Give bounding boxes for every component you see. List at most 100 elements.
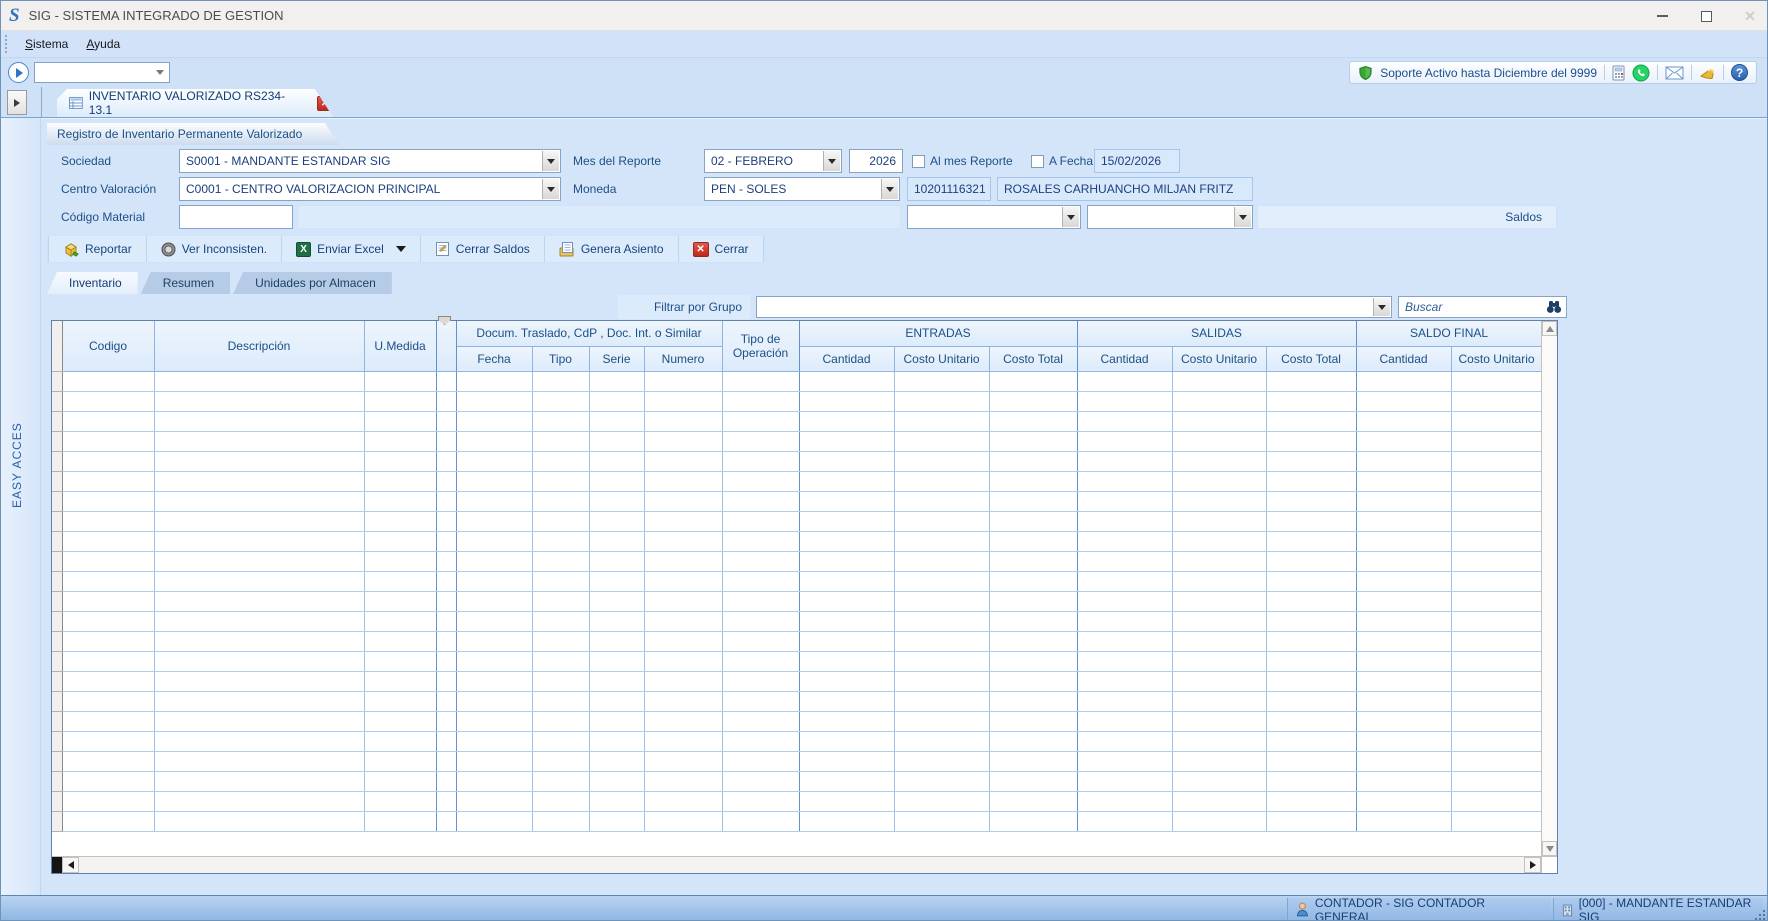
table-row[interactable] bbox=[52, 771, 1542, 791]
col-header-salidas-cantidad[interactable]: Cantidad bbox=[1077, 346, 1172, 371]
table-row[interactable] bbox=[52, 431, 1542, 451]
table-row[interactable] bbox=[52, 571, 1542, 591]
saldos-label[interactable]: Saldos bbox=[1505, 210, 1542, 224]
menu-ayuda[interactable]: Ayuda bbox=[77, 34, 129, 54]
row-selector-cell[interactable] bbox=[52, 431, 62, 451]
row-selector-cell[interactable] bbox=[52, 691, 62, 711]
chevron-down-icon[interactable] bbox=[542, 179, 559, 199]
sidebar-expand-button[interactable] bbox=[7, 90, 27, 115]
resize-grip[interactable] bbox=[1755, 910, 1765, 920]
table-row[interactable] bbox=[52, 411, 1542, 431]
col-header-saldo-cantidad[interactable]: Cantidad bbox=[1356, 346, 1451, 371]
table-row[interactable] bbox=[52, 451, 1542, 471]
chevron-down-icon[interactable] bbox=[1062, 207, 1079, 227]
col-header-entradas-costo-unitario[interactable]: Costo Unitario bbox=[894, 346, 989, 371]
horizontal-scrollbar[interactable] bbox=[52, 856, 1541, 873]
row-selector-cell[interactable] bbox=[52, 771, 62, 791]
scroll-left-button[interactable] bbox=[62, 857, 79, 873]
row-selector-cell[interactable] bbox=[52, 671, 62, 691]
col-header-fecha[interactable]: Fecha bbox=[456, 346, 532, 371]
row-selector-cell[interactable] bbox=[52, 611, 62, 631]
chevron-down-icon[interactable] bbox=[881, 179, 898, 199]
tab-unidades-por-almacen[interactable]: Unidades por Almacen bbox=[233, 272, 392, 294]
col-header-entradas-costo-total[interactable]: Costo Total bbox=[989, 346, 1077, 371]
table-row[interactable] bbox=[52, 731, 1542, 751]
col-header-tipo[interactable]: Tipo bbox=[532, 346, 589, 371]
row-selector-cell[interactable] bbox=[52, 551, 62, 571]
row-selector-cell[interactable] bbox=[52, 651, 62, 671]
enviar-excel-button[interactable]: X Enviar Excel bbox=[282, 236, 421, 262]
filtro1-combobox[interactable] bbox=[907, 205, 1081, 229]
ver-inconsistencias-button[interactable]: Ver Inconsisten. bbox=[147, 236, 282, 262]
chevron-down-icon[interactable] bbox=[823, 151, 840, 171]
row-selector-cell[interactable] bbox=[52, 411, 62, 431]
scroll-up-button[interactable] bbox=[1542, 321, 1557, 336]
row-selector-cell[interactable] bbox=[52, 491, 62, 511]
binoculars-icon[interactable] bbox=[1546, 300, 1562, 314]
genera-asiento-button[interactable]: Genera Asiento bbox=[545, 236, 679, 262]
col-header-saldo-costo-unitario[interactable]: Costo Unitario bbox=[1451, 346, 1542, 371]
table-row[interactable] bbox=[52, 691, 1542, 711]
maximize-button[interactable] bbox=[1695, 5, 1717, 27]
help-icon[interactable]: ? bbox=[1731, 64, 1748, 81]
chevron-down-icon[interactable] bbox=[1373, 298, 1390, 316]
table-row[interactable] bbox=[52, 611, 1542, 631]
responsable-field[interactable]: ROSALES CARHUANCHO MILJAN FRITZ bbox=[997, 177, 1253, 201]
col-header-tipo-operacion[interactable]: Tipo de Operación bbox=[722, 321, 799, 371]
table-row[interactable] bbox=[52, 651, 1542, 671]
row-selector-cell[interactable] bbox=[52, 791, 62, 811]
row-selector-cell[interactable] bbox=[52, 391, 62, 411]
col-header-serie[interactable]: Serie bbox=[589, 346, 644, 371]
table-row[interactable] bbox=[52, 531, 1542, 551]
filtro2-combobox[interactable] bbox=[1087, 205, 1253, 229]
codigo-material-input[interactable] bbox=[179, 205, 293, 229]
col-header-salidas-costo-unitario[interactable]: Costo Unitario bbox=[1172, 346, 1266, 371]
col-header-salidas-costo-total[interactable]: Costo Total bbox=[1266, 346, 1356, 371]
table-row[interactable] bbox=[52, 511, 1542, 531]
anio-field[interactable]: 2026 bbox=[849, 149, 903, 173]
row-selector-cell[interactable] bbox=[52, 471, 62, 491]
cerrar-saldos-button[interactable]: Cerrar Saldos bbox=[421, 236, 545, 262]
close-window-button[interactable]: ✕ bbox=[1739, 5, 1761, 27]
chevron-down-icon[interactable] bbox=[1234, 207, 1251, 227]
table-row[interactable] bbox=[52, 371, 1542, 391]
table-row[interactable] bbox=[52, 631, 1542, 651]
col-header-umedida[interactable]: U.Medida bbox=[364, 321, 436, 371]
ruc-field[interactable]: 10201116321 bbox=[907, 177, 991, 201]
row-selector-cell[interactable] bbox=[52, 711, 62, 731]
tab-inventario[interactable]: Inventario bbox=[47, 272, 138, 294]
filtrar-por-grupo-combobox[interactable] bbox=[756, 296, 1392, 318]
row-selector-cell[interactable] bbox=[52, 371, 62, 391]
table-row[interactable] bbox=[52, 671, 1542, 691]
table-row[interactable] bbox=[52, 811, 1542, 831]
mail-icon[interactable] bbox=[1665, 66, 1684, 80]
row-selector-cell[interactable] bbox=[52, 571, 62, 591]
row-selector-cell[interactable] bbox=[52, 631, 62, 651]
row-selector-cell[interactable] bbox=[52, 451, 62, 471]
easy-access-sidebar[interactable]: EASY ACCES bbox=[1, 118, 41, 895]
row-selector-cell[interactable] bbox=[52, 591, 62, 611]
horn-icon[interactable] bbox=[1699, 65, 1716, 81]
table-row[interactable] bbox=[52, 471, 1542, 491]
sociedad-combobox[interactable]: S0001 - MANDANTE ESTANDAR SIG bbox=[179, 149, 561, 173]
reportar-button[interactable]: Reportar bbox=[48, 236, 147, 262]
table-row[interactable] bbox=[52, 751, 1542, 771]
fecha-field[interactable]: 15/02/2026 bbox=[1094, 149, 1180, 173]
tab-resumen[interactable]: Resumen bbox=[141, 272, 230, 294]
table-row[interactable] bbox=[52, 591, 1542, 611]
table-row[interactable] bbox=[52, 491, 1542, 511]
quick-search-combobox[interactable] bbox=[34, 62, 170, 83]
table-row[interactable] bbox=[52, 791, 1542, 811]
dropdown-caret-icon[interactable] bbox=[396, 246, 406, 252]
scroll-down-button[interactable] bbox=[1542, 841, 1557, 856]
row-selector-cell[interactable] bbox=[52, 731, 62, 751]
run-button[interactable] bbox=[8, 62, 29, 83]
select-all-cell[interactable] bbox=[52, 321, 62, 371]
vertical-scrollbar[interactable] bbox=[1541, 321, 1557, 856]
moneda-combobox[interactable]: PEN - SOLES bbox=[704, 177, 900, 201]
a-fecha-checkbox[interactable]: A Fecha bbox=[1031, 149, 1093, 173]
col-header-numero[interactable]: Numero bbox=[644, 346, 722, 371]
row-selector-cell[interactable] bbox=[52, 511, 62, 531]
chevron-down-icon[interactable] bbox=[542, 151, 559, 171]
row-selector-cell[interactable] bbox=[52, 751, 62, 771]
